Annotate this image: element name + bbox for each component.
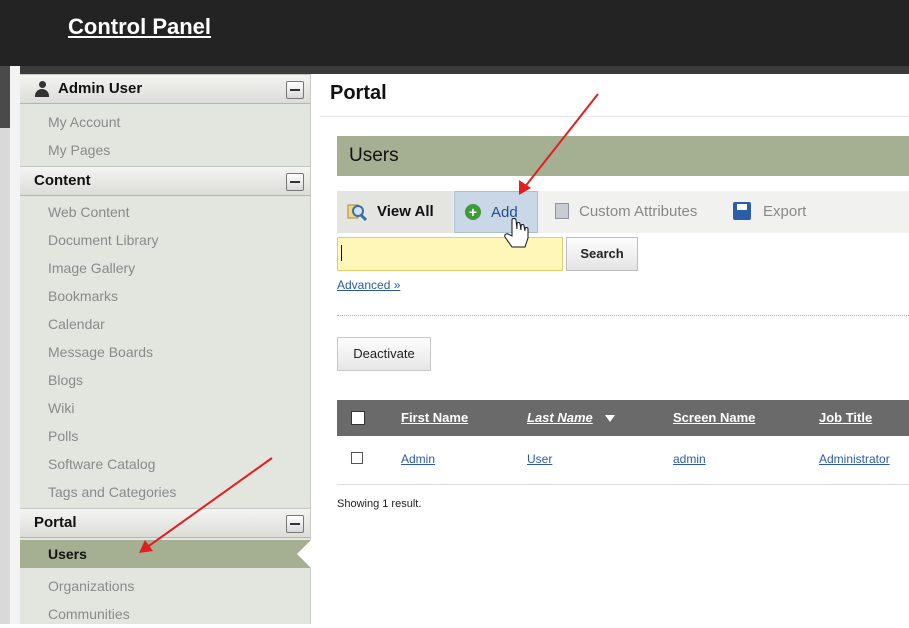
panel-title: Users — [349, 145, 399, 166]
sidebar-item-polls[interactable]: Polls — [20, 422, 310, 450]
title-divider — [320, 116, 909, 117]
select-all-checkbox[interactable] — [351, 411, 365, 425]
sidebar-item-software-catalog[interactable]: Software Catalog — [20, 450, 310, 478]
floppy-disk-icon — [733, 202, 751, 220]
section-label-content: Content — [34, 172, 91, 189]
sidebar-item-my-account[interactable]: My Account — [20, 108, 310, 136]
sidebar-item-wiki[interactable]: Wiki — [20, 394, 310, 422]
section-content[interactable]: Content — [20, 166, 310, 196]
search-button[interactable]: Search — [566, 237, 638, 271]
section-divider — [337, 315, 909, 316]
section-admin-user[interactable]: Admin User — [20, 74, 310, 104]
left-gutter — [10, 66, 20, 624]
cell-last-name[interactable]: User — [527, 452, 552, 466]
column-last-name[interactable]: Last Name — [527, 410, 593, 425]
table-header: First Name Last Name Screen Name Job Tit… — [337, 400, 909, 436]
page-title: Portal — [330, 82, 387, 104]
deactivate-button[interactable]: Deactivate — [337, 337, 431, 371]
control-panel-title[interactable]: Control Panel — [68, 14, 211, 40]
sidebar-item-organizations[interactable]: Organizations — [20, 572, 310, 600]
sidebar-item-web-content[interactable]: Web Content — [20, 198, 310, 226]
export-button[interactable]: Export — [733, 191, 823, 233]
sidebar-item-blogs[interactable]: Blogs — [20, 366, 310, 394]
cell-screen-name[interactable]: admin — [673, 452, 706, 466]
search-input[interactable] — [337, 237, 563, 271]
toolbar: View All + Add Custom Attributes Export — [337, 191, 909, 233]
custom-attributes-button[interactable]: Custom Attributes — [555, 191, 725, 233]
table-row: Admin User admin Administrator — [337, 436, 909, 485]
row-checkbox[interactable] — [351, 452, 363, 464]
sidebar-item-document-library[interactable]: Document Library — [20, 226, 310, 254]
sidebar: Admin User My Account My Pages Content W… — [20, 74, 311, 624]
section-label-admin-user: Admin User — [58, 80, 143, 97]
panel-header: Users — [337, 136, 909, 176]
cell-job-title[interactable]: Administrator — [819, 452, 890, 466]
sidebar-item-bookmarks[interactable]: Bookmarks — [20, 282, 310, 310]
sidebar-item-tags-and-categories[interactable]: Tags and Categories — [20, 478, 310, 506]
column-job-title[interactable]: Job Title — [819, 410, 872, 425]
left-edge-strip — [0, 66, 10, 624]
sort-descending-icon — [605, 415, 615, 422]
view-all-button[interactable]: View All — [337, 191, 453, 233]
magnifier-icon — [347, 202, 368, 222]
active-indicator — [297, 540, 311, 568]
sidebar-item-message-boards[interactable]: Message Boards — [20, 338, 310, 366]
collapse-portal-icon[interactable] — [286, 515, 304, 533]
top-bar: Control Panel — [0, 0, 909, 66]
document-icon — [555, 203, 569, 219]
header-band — [20, 66, 909, 74]
column-screen-name[interactable]: Screen Name — [673, 410, 755, 425]
sidebar-item-image-gallery[interactable]: Image Gallery — [20, 254, 310, 282]
sidebar-item-calendar[interactable]: Calendar — [20, 310, 310, 338]
collapse-content-icon[interactable] — [286, 173, 304, 191]
text-caret — [341, 245, 342, 261]
plus-circle-icon: + — [465, 204, 481, 220]
collapse-admin-user-icon[interactable] — [286, 81, 304, 99]
user-icon — [34, 81, 50, 97]
cell-first-name[interactable]: Admin — [401, 452, 435, 466]
column-first-name[interactable]: First Name — [401, 410, 468, 425]
section-portal[interactable]: Portal — [20, 508, 310, 538]
result-count: Showing 1 result. — [337, 498, 422, 510]
sidebar-item-users[interactable]: Users — [20, 540, 311, 568]
add-button[interactable]: + Add — [454, 191, 538, 233]
section-label-portal: Portal — [34, 514, 77, 531]
sidebar-item-my-pages[interactable]: My Pages — [20, 136, 310, 164]
advanced-search-link[interactable]: Advanced » — [337, 278, 400, 292]
